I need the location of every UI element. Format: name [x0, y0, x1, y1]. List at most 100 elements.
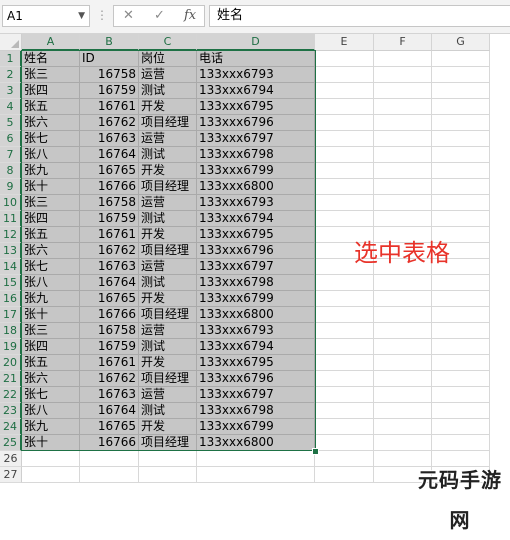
cell-d26[interactable]	[197, 451, 315, 467]
row-header[interactable]: 4	[0, 99, 22, 115]
cell-d23[interactable]: 133xxx6798	[197, 403, 315, 419]
cell-b18[interactable]: 16758	[80, 323, 139, 339]
cell-d1[interactable]: 电话	[197, 51, 315, 67]
cell-g11[interactable]	[432, 211, 490, 227]
cell-a12[interactable]: 张五	[22, 227, 80, 243]
cell-d5[interactable]: 133xxx6796	[197, 115, 315, 131]
cell-b9[interactable]: 16766	[80, 179, 139, 195]
row-header[interactable]: 24	[0, 419, 22, 435]
cell-g2[interactable]	[432, 67, 490, 83]
cell-e2[interactable]	[315, 67, 374, 83]
cell-d6[interactable]: 133xxx6797	[197, 131, 315, 147]
cell-b22[interactable]: 16763	[80, 387, 139, 403]
column-header-e[interactable]: E	[315, 34, 374, 51]
cell-c11[interactable]: 测试	[139, 211, 197, 227]
cell-e20[interactable]	[315, 355, 374, 371]
cell-c23[interactable]: 测试	[139, 403, 197, 419]
cell-b11[interactable]: 16759	[80, 211, 139, 227]
cell-a22[interactable]: 张七	[22, 387, 80, 403]
cell-c14[interactable]: 运营	[139, 259, 197, 275]
cell-g10[interactable]	[432, 195, 490, 211]
row-header[interactable]: 16	[0, 291, 22, 307]
cell-b5[interactable]: 16762	[80, 115, 139, 131]
cell-d22[interactable]: 133xxx6797	[197, 387, 315, 403]
cell-b4[interactable]: 16761	[80, 99, 139, 115]
cell-c8[interactable]: 开发	[139, 163, 197, 179]
cell-e5[interactable]	[315, 115, 374, 131]
cell-d10[interactable]: 133xxx6793	[197, 195, 315, 211]
cell-b27[interactable]	[80, 467, 139, 483]
cell-a4[interactable]: 张五	[22, 99, 80, 115]
column-header-b[interactable]: B	[80, 34, 139, 51]
cell-d16[interactable]: 133xxx6799	[197, 291, 315, 307]
cell-d4[interactable]: 133xxx6795	[197, 99, 315, 115]
cell-a24[interactable]: 张九	[22, 419, 80, 435]
row-header[interactable]: 14	[0, 259, 22, 275]
cell-b13[interactable]: 16762	[80, 243, 139, 259]
cell-g4[interactable]	[432, 99, 490, 115]
cell-b20[interactable]: 16761	[80, 355, 139, 371]
insert-function-icon[interactable]: fx	[184, 8, 196, 24]
row-header[interactable]: 21	[0, 371, 22, 387]
row-header[interactable]: 3	[0, 83, 22, 99]
cell-a10[interactable]: 张三	[22, 195, 80, 211]
cell-a16[interactable]: 张九	[22, 291, 80, 307]
cell-d17[interactable]: 133xxx6800	[197, 307, 315, 323]
cell-b12[interactable]: 16761	[80, 227, 139, 243]
drag-dots-icon[interactable]: ⋮	[96, 7, 108, 23]
cell-d13[interactable]: 133xxx6796	[197, 243, 315, 259]
column-header-d[interactable]: D	[197, 34, 315, 51]
cell-d25[interactable]: 133xxx6800	[197, 435, 315, 451]
cell-a21[interactable]: 张六	[22, 371, 80, 387]
cell-a8[interactable]: 张九	[22, 163, 80, 179]
cell-e4[interactable]	[315, 99, 374, 115]
cell-g21[interactable]	[432, 371, 490, 387]
cell-d18[interactable]: 133xxx6793	[197, 323, 315, 339]
cell-b1[interactable]: ID	[80, 51, 139, 67]
row-header[interactable]: 13	[0, 243, 22, 259]
cell-b15[interactable]: 16764	[80, 275, 139, 291]
cell-f17[interactable]	[374, 307, 432, 323]
row-header[interactable]: 22	[0, 387, 22, 403]
cell-f20[interactable]	[374, 355, 432, 371]
cell-d9[interactable]: 133xxx6800	[197, 179, 315, 195]
cell-e11[interactable]	[315, 211, 374, 227]
cell-e15[interactable]	[315, 275, 374, 291]
cell-c2[interactable]: 运营	[139, 67, 197, 83]
cell-f7[interactable]	[374, 147, 432, 163]
cell-b16[interactable]: 16765	[80, 291, 139, 307]
cell-f4[interactable]	[374, 99, 432, 115]
cell-d20[interactable]: 133xxx6795	[197, 355, 315, 371]
confirm-icon[interactable]: ✓	[154, 8, 165, 24]
cell-g15[interactable]	[432, 275, 490, 291]
cell-a19[interactable]: 张四	[22, 339, 80, 355]
row-header[interactable]: 7	[0, 147, 22, 163]
cell-d3[interactable]: 133xxx6794	[197, 83, 315, 99]
row-header[interactable]: 20	[0, 355, 22, 371]
cell-b6[interactable]: 16763	[80, 131, 139, 147]
cell-g5[interactable]	[432, 115, 490, 131]
cell-c10[interactable]: 运营	[139, 195, 197, 211]
cell-f6[interactable]	[374, 131, 432, 147]
row-header[interactable]: 26	[0, 451, 22, 467]
row-header[interactable]: 6	[0, 131, 22, 147]
cell-d2[interactable]: 133xxx6793	[197, 67, 315, 83]
cell-g24[interactable]	[432, 419, 490, 435]
cell-a26[interactable]	[22, 451, 80, 467]
cell-c26[interactable]	[139, 451, 197, 467]
cell-a25[interactable]: 张十	[22, 435, 80, 451]
cell-f23[interactable]	[374, 403, 432, 419]
row-header[interactable]: 18	[0, 323, 22, 339]
cell-d14[interactable]: 133xxx6797	[197, 259, 315, 275]
cell-a6[interactable]: 张七	[22, 131, 80, 147]
row-header[interactable]: 23	[0, 403, 22, 419]
cell-d27[interactable]	[197, 467, 315, 483]
cell-c16[interactable]: 开发	[139, 291, 197, 307]
cell-b26[interactable]	[80, 451, 139, 467]
cell-a15[interactable]: 张八	[22, 275, 80, 291]
cell-f2[interactable]	[374, 67, 432, 83]
row-header[interactable]: 25	[0, 435, 22, 451]
cell-g1[interactable]	[432, 51, 490, 67]
cancel-icon[interactable]: ✕	[123, 8, 134, 24]
cell-a18[interactable]: 张三	[22, 323, 80, 339]
